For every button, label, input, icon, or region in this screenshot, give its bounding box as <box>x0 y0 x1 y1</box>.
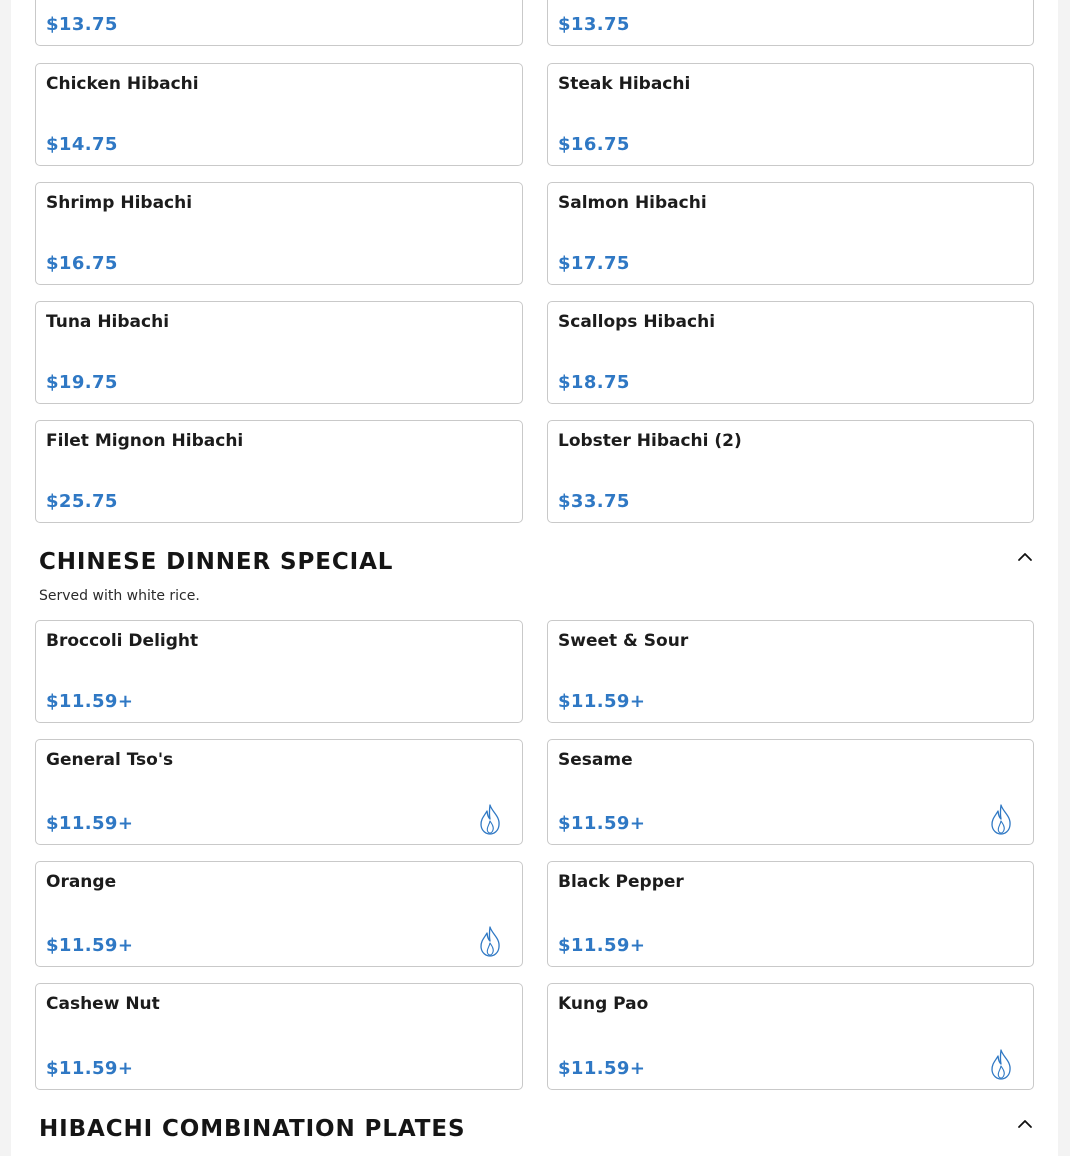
item-name: Tuna Hibachi <box>46 312 170 332</box>
item-name: Broccoli Delight <box>46 631 199 651</box>
item-price: $16.75 <box>558 134 630 155</box>
section-title: CHINESE DINNER SPECIAL <box>39 549 394 575</box>
item-price: $11.59+ <box>46 691 134 712</box>
menu-item-card[interactable]: Filet Mignon Hibachi $25.75 <box>35 420 523 523</box>
item-price: $11.59+ <box>558 1058 646 1079</box>
section-title: HIBACHI COMBINATION PLATES <box>39 1116 466 1142</box>
menu-item-card[interactable]: Salmon Hibachi $17.75 <box>547 182 1034 285</box>
item-price: $14.75 <box>46 134 118 155</box>
item-name: Steak Hibachi <box>558 74 691 94</box>
item-name: General Tso's <box>46 750 174 770</box>
item-price: $11.59+ <box>558 935 646 956</box>
menu-item-card[interactable]: Orange $11.59+ <box>35 861 523 967</box>
item-price: $11.59+ <box>46 813 134 834</box>
menu-item-card[interactable]: $13.75 <box>35 0 523 46</box>
item-price: $25.75 <box>46 491 118 512</box>
menu-item-card[interactable]: $13.75 <box>547 0 1034 46</box>
item-name: Cashew Nut <box>46 994 160 1014</box>
item-name: Black Pepper <box>558 872 684 892</box>
item-price: $17.75 <box>558 253 630 274</box>
chinese-dinner-grid: Broccoli Delight $11.59+ Sweet & Sour $1… <box>35 620 1034 1090</box>
flame-icon <box>991 1049 1011 1080</box>
item-name: Salmon Hibachi <box>558 193 707 213</box>
item-name: Scallops Hibachi <box>558 312 716 332</box>
menu-item-card[interactable]: Sesame $11.59+ <box>547 739 1034 845</box>
item-price: $13.75 <box>46 14 118 35</box>
item-name: Lobster Hibachi (2) <box>558 431 742 451</box>
item-price: $33.75 <box>558 491 630 512</box>
menu-item-card[interactable]: Shrimp Hibachi $16.75 <box>35 182 523 285</box>
item-name: Kung Pao <box>558 994 649 1014</box>
menu-item-card[interactable]: Lobster Hibachi (2) $33.75 <box>547 420 1034 523</box>
section-description: Served with white rice. <box>39 588 200 604</box>
item-price: $18.75 <box>558 372 630 393</box>
menu-item-card[interactable]: Scallops Hibachi $18.75 <box>547 301 1034 404</box>
item-price: $13.75 <box>558 14 630 35</box>
menu-item-card[interactable]: Kung Pao $11.59+ <box>547 983 1034 1090</box>
flame-icon <box>480 804 500 835</box>
chevron-up-icon[interactable] <box>1016 1115 1034 1133</box>
item-price: $11.59+ <box>558 813 646 834</box>
hibachi-grid-top: $13.75 $13.75 <box>35 0 1034 46</box>
item-price: $19.75 <box>46 372 118 393</box>
item-name: Sweet & Sour <box>558 631 689 651</box>
menu-item-card[interactable]: General Tso's $11.59+ <box>35 739 523 845</box>
item-name: Sesame <box>558 750 633 770</box>
item-price: $11.59+ <box>558 691 646 712</box>
menu-page: $13.75 $13.75 Chicken Hibachi $14.75 Ste… <box>11 0 1058 1156</box>
hibachi-grid: Chicken Hibachi $14.75 Steak Hibachi $16… <box>35 63 1034 523</box>
menu-item-card[interactable]: Sweet & Sour $11.59+ <box>547 620 1034 723</box>
flame-icon <box>991 804 1011 835</box>
item-price: $11.59+ <box>46 1058 134 1079</box>
item-name: Chicken Hibachi <box>46 74 199 94</box>
menu-item-card[interactable]: Cashew Nut $11.59+ <box>35 983 523 1090</box>
item-name: Orange <box>46 872 117 892</box>
menu-item-card[interactable]: Steak Hibachi $16.75 <box>547 63 1034 166</box>
item-price: $16.75 <box>46 253 118 274</box>
menu-item-card[interactable]: Broccoli Delight $11.59+ <box>35 620 523 723</box>
menu-item-card[interactable]: Black Pepper $11.59+ <box>547 861 1034 967</box>
item-name: Shrimp Hibachi <box>46 193 193 213</box>
menu-item-card[interactable]: Chicken Hibachi $14.75 <box>35 63 523 166</box>
item-name: Filet Mignon Hibachi <box>46 431 244 451</box>
flame-icon <box>480 926 500 957</box>
chevron-up-icon[interactable] <box>1016 548 1034 566</box>
menu-item-card[interactable]: Tuna Hibachi $19.75 <box>35 301 523 404</box>
item-price: $11.59+ <box>46 935 134 956</box>
